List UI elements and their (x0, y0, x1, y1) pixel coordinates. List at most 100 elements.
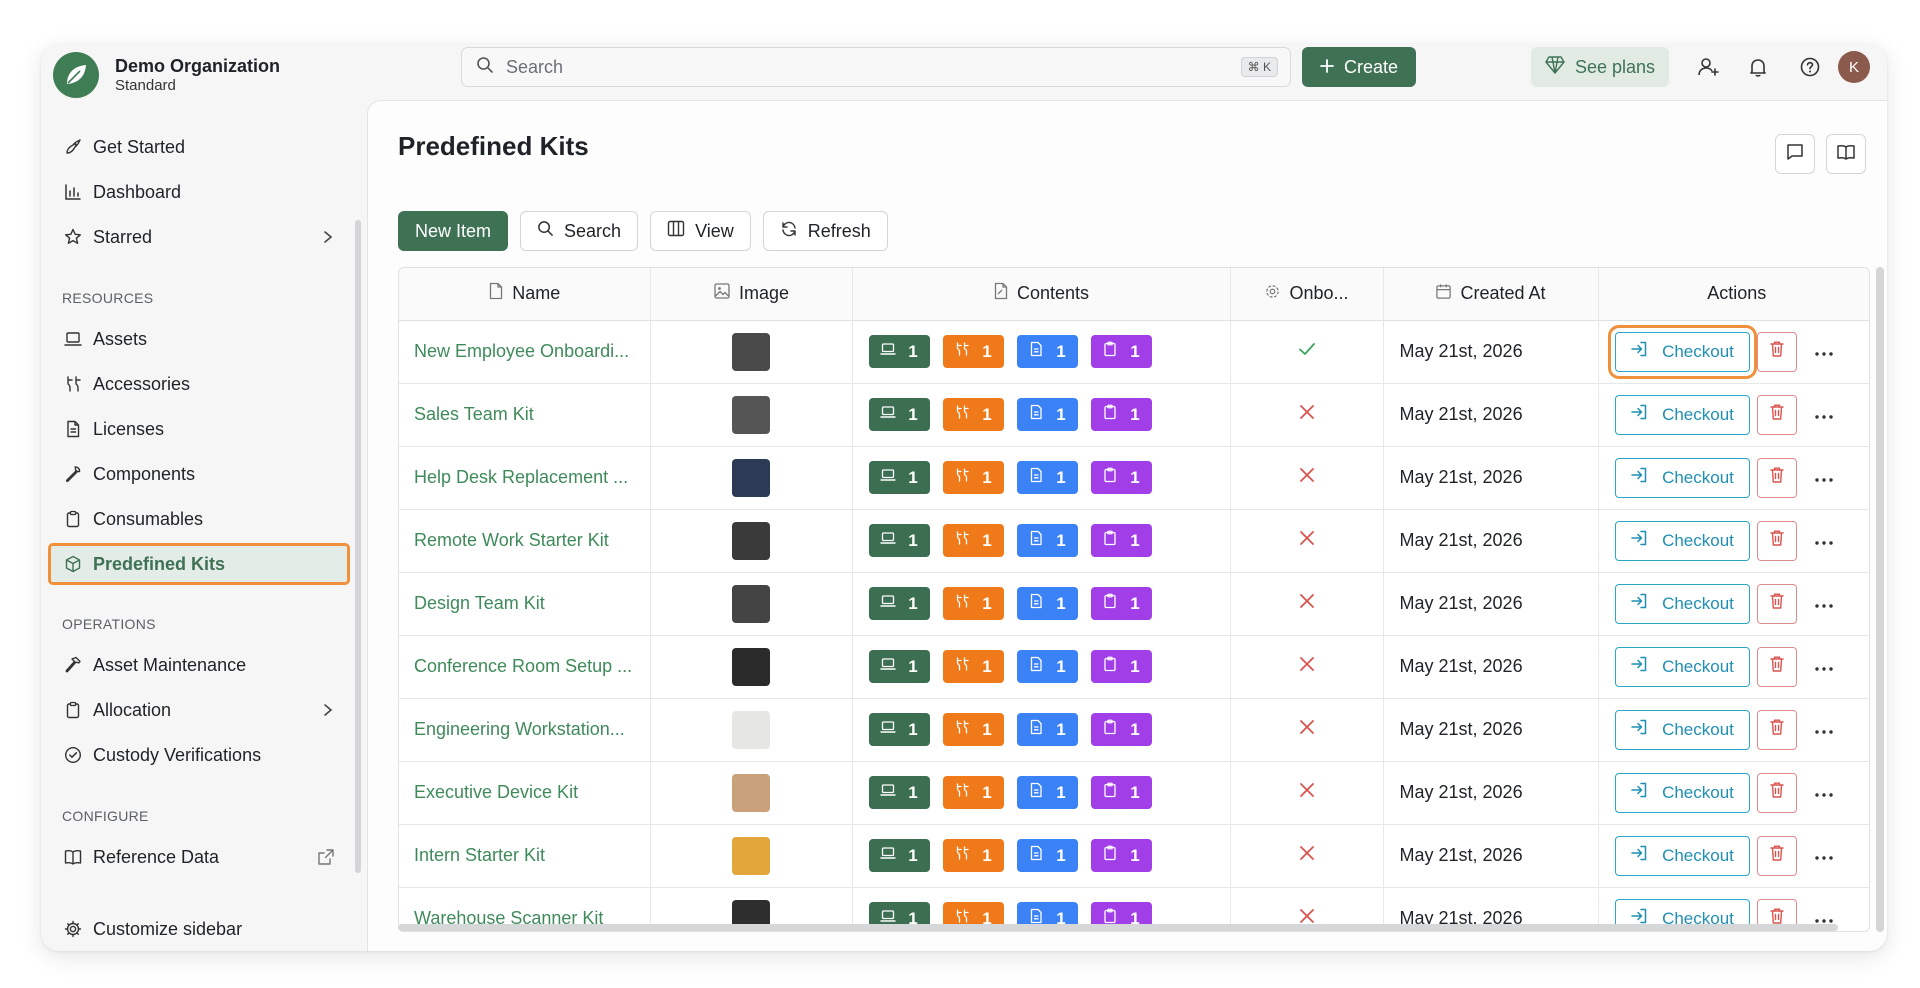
contents-badge[interactable]: 1 (1016, 335, 1078, 368)
more-options-button[interactable] (1804, 332, 1844, 372)
kit-thumbnail[interactable] (732, 710, 770, 749)
more-options-button[interactable] (1804, 395, 1844, 435)
checkout-button[interactable]: Checkout (1607, 324, 1757, 379)
kit-thumbnail[interactable] (732, 395, 770, 434)
sidebar-item-reference-data[interactable]: Reference Data (49, 837, 349, 877)
table-row[interactable]: Conference Room Setup ... 1 1 1 1 May 21st, 2… (399, 635, 1869, 699)
global-search-input[interactable]: Search ⌘ K (461, 47, 1291, 87)
org-switcher[interactable]: Demo Organization Standard (53, 52, 280, 98)
help-icon[interactable] (1796, 53, 1824, 81)
comments-button[interactable] (1775, 134, 1815, 174)
table-horizontal-scrollbar[interactable] (398, 924, 1838, 931)
sidebar-item-dashboard[interactable]: Dashboard (49, 172, 349, 212)
more-options-button[interactable] (1804, 836, 1844, 876)
column-header-created-at[interactable]: Created At (1383, 268, 1599, 321)
delete-button[interactable] (1756, 646, 1797, 687)
search-button[interactable]: Search (520, 211, 639, 251)
contents-badge[interactable]: 1 (868, 839, 930, 872)
checkout-button[interactable]: Checkout (1614, 835, 1750, 876)
contents-badge[interactable]: 1 (1016, 839, 1078, 872)
docs-button[interactable] (1826, 134, 1866, 174)
sidebar-item-components[interactable]: Components (49, 454, 349, 494)
table-row[interactable]: Intern Starter Kit 1 1 1 1 May 21st, 2026 Chec… (399, 824, 1869, 888)
contents-badge[interactable]: 1 (942, 713, 1004, 746)
more-options-button[interactable] (1804, 521, 1844, 561)
sidebar-item-custody-verifications[interactable]: Custody Verifications (49, 735, 349, 775)
contents-badge[interactable]: 1 (1090, 713, 1152, 746)
kit-name-link[interactable]: Executive Device Kit (399, 761, 651, 825)
view-button[interactable]: View (650, 211, 751, 251)
contents-badge[interactable]: 1 (1016, 776, 1078, 809)
contents-badge[interactable]: 1 (868, 650, 930, 683)
delete-button[interactable] (1756, 583, 1797, 624)
sidebar-item-predefined-kits[interactable]: Predefined Kits (48, 543, 350, 585)
customize-sidebar-button[interactable]: Customize sidebar (49, 909, 349, 949)
add-user-icon[interactable] (1694, 53, 1722, 81)
kit-name-link[interactable]: Design Team Kit (399, 572, 651, 636)
contents-badge[interactable]: 1 (1090, 587, 1152, 620)
column-header-contents[interactable]: Contents (852, 268, 1231, 321)
sidebar-item-starred[interactable]: Starred (49, 217, 349, 257)
table-row[interactable]: Executive Device Kit 1 1 1 1 May 21st, 2026 Ch… (399, 761, 1869, 825)
create-button[interactable]: Create (1302, 47, 1416, 87)
contents-badge[interactable]: 1 (942, 461, 1004, 494)
contents-badge[interactable]: 1 (1090, 839, 1152, 872)
contents-badge[interactable]: 1 (1090, 776, 1152, 809)
sidebar-item-asset-maintenance[interactable]: Asset Maintenance (49, 645, 349, 685)
more-options-button[interactable] (1804, 647, 1844, 687)
kit-name-link[interactable]: Remote Work Starter Kit (399, 509, 651, 573)
table-row[interactable]: Engineering Workstation... 1 1 1 1 May 21st, … (399, 698, 1869, 762)
more-options-button[interactable] (1804, 458, 1844, 498)
kit-thumbnail[interactable] (732, 773, 770, 812)
contents-badge[interactable]: 1 (868, 776, 930, 809)
kit-thumbnail[interactable] (732, 647, 770, 686)
contents-badge[interactable]: 1 (868, 461, 930, 494)
user-avatar[interactable]: K (1838, 51, 1870, 83)
kit-thumbnail[interactable] (732, 836, 770, 875)
contents-badge[interactable]: 1 (868, 713, 930, 746)
contents-badge[interactable]: 1 (868, 587, 930, 620)
sidebar-item-assets[interactable]: Assets (49, 319, 349, 359)
contents-badge[interactable]: 1 (1090, 335, 1152, 368)
contents-badge[interactable]: 1 (1090, 398, 1152, 431)
refresh-button[interactable]: Refresh (762, 211, 888, 251)
sidebar-item-accessories[interactable]: Accessories (49, 364, 349, 404)
column-header-image[interactable]: Image (650, 268, 853, 321)
sidebar-item-licenses[interactable]: Licenses (49, 409, 349, 449)
table-row[interactable]: Remote Work Starter Kit 1 1 1 1 May 21st, 202… (399, 509, 1869, 573)
delete-button[interactable] (1756, 835, 1797, 876)
contents-badge[interactable]: 1 (942, 398, 1004, 431)
contents-badge[interactable]: 1 (868, 524, 930, 557)
checkout-button[interactable]: Checkout (1614, 646, 1750, 687)
checkout-button[interactable]: Checkout (1614, 709, 1750, 750)
contents-badge[interactable]: 1 (1090, 524, 1152, 557)
see-plans-button[interactable]: See plans (1531, 47, 1669, 87)
checkout-button[interactable]: Checkout (1614, 583, 1750, 624)
delete-button[interactable] (1756, 457, 1797, 498)
table-row[interactable]: Sales Team Kit 1 1 1 1 May 21st, 2026 Checkout (399, 383, 1869, 447)
delete-button[interactable] (1756, 709, 1797, 750)
more-options-button[interactable] (1804, 773, 1844, 813)
kit-name-link[interactable]: Conference Room Setup ... (399, 635, 651, 699)
bell-icon[interactable] (1744, 53, 1772, 81)
checkout-button[interactable]: Checkout (1614, 520, 1750, 561)
kit-name-link[interactable]: Engineering Workstation... (399, 698, 651, 762)
contents-badge[interactable]: 1 (942, 335, 1004, 368)
checkout-button[interactable]: Checkout (1614, 457, 1750, 498)
kit-name-link[interactable]: New Employee Onboardi... (399, 320, 651, 384)
kit-name-link[interactable]: Intern Starter Kit (399, 824, 651, 888)
contents-badge[interactable]: 1 (942, 776, 1004, 809)
more-options-button[interactable] (1804, 710, 1844, 750)
kit-name-link[interactable]: Sales Team Kit (399, 383, 651, 447)
contents-badge[interactable]: 1 (1016, 398, 1078, 431)
contents-badge[interactable]: 1 (1016, 650, 1078, 683)
contents-badge[interactable]: 1 (1090, 461, 1152, 494)
checkout-button[interactable]: Checkout (1614, 772, 1750, 813)
contents-badge[interactable]: 1 (1016, 461, 1078, 494)
contents-badge[interactable]: 1 (868, 398, 930, 431)
delete-button[interactable] (1756, 331, 1797, 372)
column-header-name[interactable]: Name (399, 268, 651, 321)
contents-badge[interactable]: 1 (942, 587, 1004, 620)
contents-badge[interactable]: 1 (942, 524, 1004, 557)
contents-badge[interactable]: 1 (1016, 587, 1078, 620)
